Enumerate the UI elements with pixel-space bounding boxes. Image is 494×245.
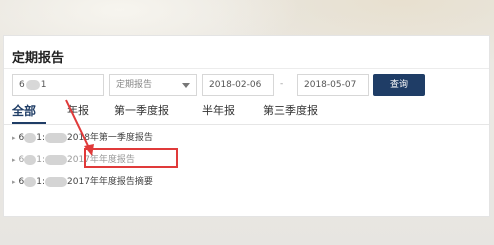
- report-link[interactable]: ▸ 6 1: 2018年第一季度报告: [12, 131, 153, 145]
- start-date-value: 2018-02-06: [209, 80, 262, 90]
- tab-annual[interactable]: 年报: [67, 102, 89, 118]
- query-button[interactable]: 查询: [373, 74, 425, 96]
- date-separator: -: [280, 79, 284, 89]
- report-sep: 1:: [36, 177, 46, 187]
- chevron-down-icon: [182, 83, 190, 88]
- report-title: 2018年第一季度报告: [67, 133, 153, 143]
- report-sep: 1:: [36, 133, 46, 143]
- report-link[interactable]: ▸ 6 1: 2017年年度报告摘要: [12, 175, 153, 189]
- report-type-value: 定期报告: [116, 80, 153, 90]
- masked-code: [25, 79, 40, 90]
- end-date-value: 2018-05-07: [304, 80, 357, 90]
- end-date-input[interactable]: 2018-05-07: [297, 74, 369, 96]
- masked-name: [45, 132, 68, 143]
- bullet-icon: ▸: [12, 178, 16, 186]
- masked-code: [24, 154, 37, 165]
- stock-code-input[interactable]: 61: [12, 74, 104, 96]
- report-type-select[interactable]: 定期报告: [109, 74, 197, 96]
- annotation-highlight-box: [84, 148, 178, 168]
- report-sep: 1:: [36, 155, 46, 165]
- tab-q3[interactable]: 第三季度报: [263, 102, 318, 118]
- bullet-icon: ▸: [12, 156, 16, 164]
- tab-q1[interactable]: 第一季度报: [114, 102, 169, 118]
- masked-name: [45, 154, 68, 165]
- stock-code-prefix: 6: [19, 80, 25, 90]
- report-title: 2017年年度报告摘要: [67, 177, 153, 187]
- masked-code: [24, 176, 37, 187]
- bullet-icon: ▸: [12, 134, 16, 142]
- report-panel: 定期报告 61 定期报告 2018-02-06 - 2018-05-07 查询 …: [3, 35, 490, 217]
- start-date-input[interactable]: 2018-02-06: [202, 74, 274, 96]
- stock-code-suffix: 1: [40, 80, 47, 90]
- title-divider: [4, 68, 489, 69]
- tab-divider: [4, 124, 489, 125]
- page-title: 定期报告: [12, 51, 65, 66]
- masked-code: [24, 132, 37, 143]
- tab-half-year[interactable]: 半年报: [202, 102, 235, 118]
- masked-name: [45, 176, 68, 187]
- tab-all[interactable]: 全部: [12, 102, 36, 119]
